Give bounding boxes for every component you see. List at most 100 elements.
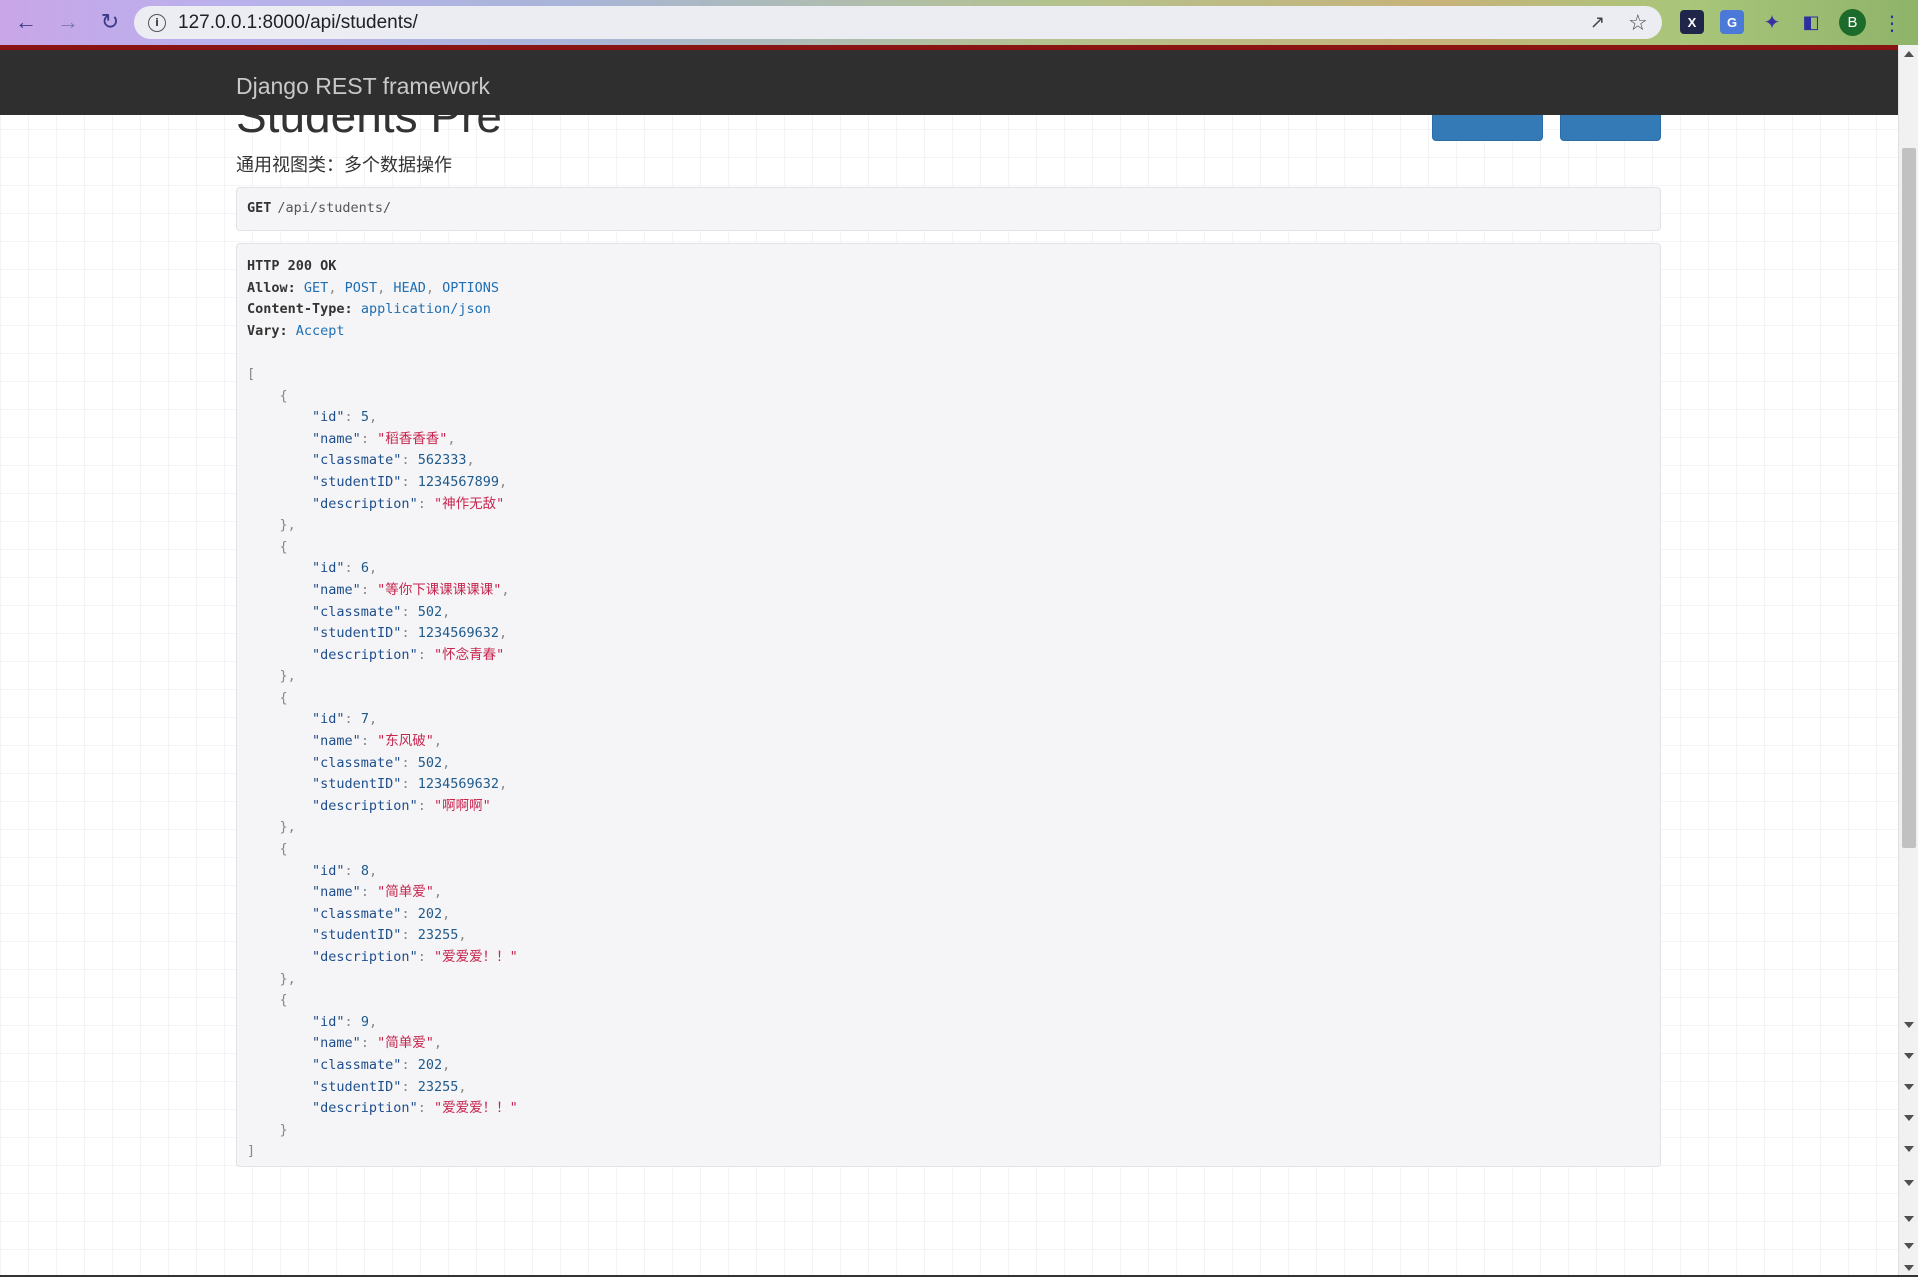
json-line: "name": "等你下课课课课课", (312, 581, 510, 598)
json-bracket: ] (247, 1143, 256, 1160)
reload-icon[interactable]: ↻ (96, 8, 124, 36)
json-key: "classmate" (312, 905, 402, 922)
browser-toolbar: ← → ↻ i 127.0.0.1:8000/api/students/ ↗ ☆… (0, 0, 1918, 45)
json-value: "怀念青春" (433, 646, 505, 663)
json-key: "name" (312, 733, 361, 750)
json-value: 6 (360, 560, 369, 577)
header-key: Allow: (247, 279, 296, 296)
json-line: { (247, 990, 1650, 1012)
json-line: }, (247, 515, 1650, 537)
json-value: 7 (360, 711, 369, 728)
header-value: OPTIONS (442, 279, 500, 296)
json-value: 9 (360, 1013, 369, 1030)
top-navbar: Django REST framework (0, 45, 1898, 115)
json-brace: { (279, 538, 288, 555)
json-key: "id" (312, 409, 345, 426)
json-brace: } (279, 1121, 288, 1138)
json-value: "神作无敌" (433, 495, 505, 512)
scroll-marker-icon (1904, 1053, 1914, 1059)
json-line: "studentID": 1234569632, (312, 625, 508, 642)
json-line: "id": 9, (312, 1013, 378, 1030)
json-key: "classmate" (312, 452, 402, 469)
json-value: 562333 (417, 452, 467, 469)
json-value: "等你下课课课课课" (377, 581, 502, 598)
json-key: "description" (312, 1100, 418, 1117)
json-value: 202 (417, 905, 443, 922)
json-key: "name" (312, 1035, 361, 1052)
json-key: "studentID" (312, 473, 402, 490)
json-value: 5 (360, 409, 369, 426)
google-translate-icon[interactable]: G (1720, 10, 1744, 34)
scroll-marker-icon (1904, 1216, 1914, 1222)
json-value: "稻香香香" (377, 430, 448, 447)
json-line: }, (247, 666, 1650, 688)
response-info: HTTP 200 OK Allow: GET, POST, HEAD, OPTI… (236, 243, 1661, 1167)
json-value: "简单爱" (377, 1035, 434, 1052)
page-viewport: Students Pre Django REST framework 通用视图类… (0, 45, 1898, 1277)
puzzle-icon[interactable]: ✦ (1760, 10, 1784, 34)
scroll-marker-icon (1904, 1084, 1914, 1090)
site-info-icon[interactable]: i (148, 13, 166, 32)
response-header-line: Vary: Accept (247, 321, 1650, 343)
profile-avatar[interactable]: B (1839, 9, 1866, 36)
response-headers: Allow: GET, POST, HEAD, OPTIONS Content-T… (247, 278, 1650, 343)
json-line: "id": 7, (312, 711, 378, 728)
options-button[interactable] (1432, 115, 1543, 141)
json-value: 202 (417, 1056, 443, 1073)
json-brace: }, (279, 819, 296, 836)
scroll-marker-icon (1904, 1115, 1914, 1121)
header-value: POST (344, 279, 378, 296)
page-scrollbar[interactable] (1898, 45, 1918, 1277)
browser-menu-icon[interactable]: ⋮ (1882, 9, 1902, 37)
json-line: "id": 5, (312, 409, 378, 426)
json-key: "description" (312, 949, 418, 965)
json-key: "id" (312, 560, 345, 577)
sidebar-icon[interactable]: ◧ (1799, 10, 1823, 34)
header-key: Vary: (247, 322, 288, 339)
json-line: "classmate": 562333, (312, 452, 475, 469)
forward-arrow-icon[interactable]: → (54, 8, 82, 36)
json-key: "name" (312, 581, 361, 598)
json-line: [ (247, 364, 1650, 386)
scroll-marker-icon (1904, 1146, 1914, 1152)
json-value: 1234569632 (417, 625, 499, 642)
json-line: }, (247, 817, 1650, 839)
scroll-marker-icon (1904, 1243, 1914, 1249)
x-extension-icon[interactable]: X (1680, 10, 1704, 34)
navbar-brand[interactable]: Django REST framework (236, 73, 490, 100)
scroll-up-arrow-icon[interactable] (1904, 51, 1914, 57)
json-line: "description": "啊啊啊" (312, 797, 491, 814)
json-key: "name" (312, 430, 361, 447)
json-value: "爱爱爱！！" (433, 1100, 518, 1117)
json-line: { (247, 839, 1650, 861)
json-value: "东风破" (377, 733, 434, 750)
json-line: { (247, 537, 1650, 559)
json-line: }, (247, 969, 1650, 991)
json-value: 8 (360, 862, 369, 879)
get-button[interactable] (1560, 115, 1661, 141)
json-value: "啊啊啊" (433, 797, 491, 814)
request-path: /api/students/ (277, 200, 392, 216)
json-key: "studentID" (312, 625, 402, 642)
view-description: 通用视图类：多个数据操作 (236, 155, 452, 175)
scroll-thumb[interactable] (1902, 148, 1916, 848)
header-value: Accept (295, 322, 345, 339)
header-key: Content-Type: (247, 301, 353, 318)
json-line: "id": 6, (312, 560, 378, 577)
json-key: "classmate" (312, 603, 402, 620)
json-line: } (247, 1120, 1650, 1142)
scroll-down-arrow-icon[interactable] (1904, 1265, 1914, 1271)
json-line: "description": "爱爱爱！！" (312, 949, 518, 965)
back-arrow-icon[interactable]: ← (12, 8, 40, 36)
json-line: "description": "神作无敌" (312, 495, 505, 512)
bookmark-star-icon[interactable]: ☆ (1628, 10, 1650, 35)
url-text[interactable]: 127.0.0.1:8000/api/students/ (178, 12, 418, 34)
address-bar[interactable]: i 127.0.0.1:8000/api/students/ ↗ ☆ (134, 6, 1662, 39)
json-brace: { (279, 387, 288, 404)
json-line: "classmate": 502, (312, 754, 451, 771)
json-line: "studentID": 23255, (312, 1078, 467, 1095)
browser-nav: ← → ↻ (12, 8, 124, 36)
json-line: "classmate": 502, (312, 603, 451, 620)
response-status: HTTP 200 OK (247, 258, 337, 274)
share-icon[interactable]: ↗ (1590, 12, 1612, 34)
